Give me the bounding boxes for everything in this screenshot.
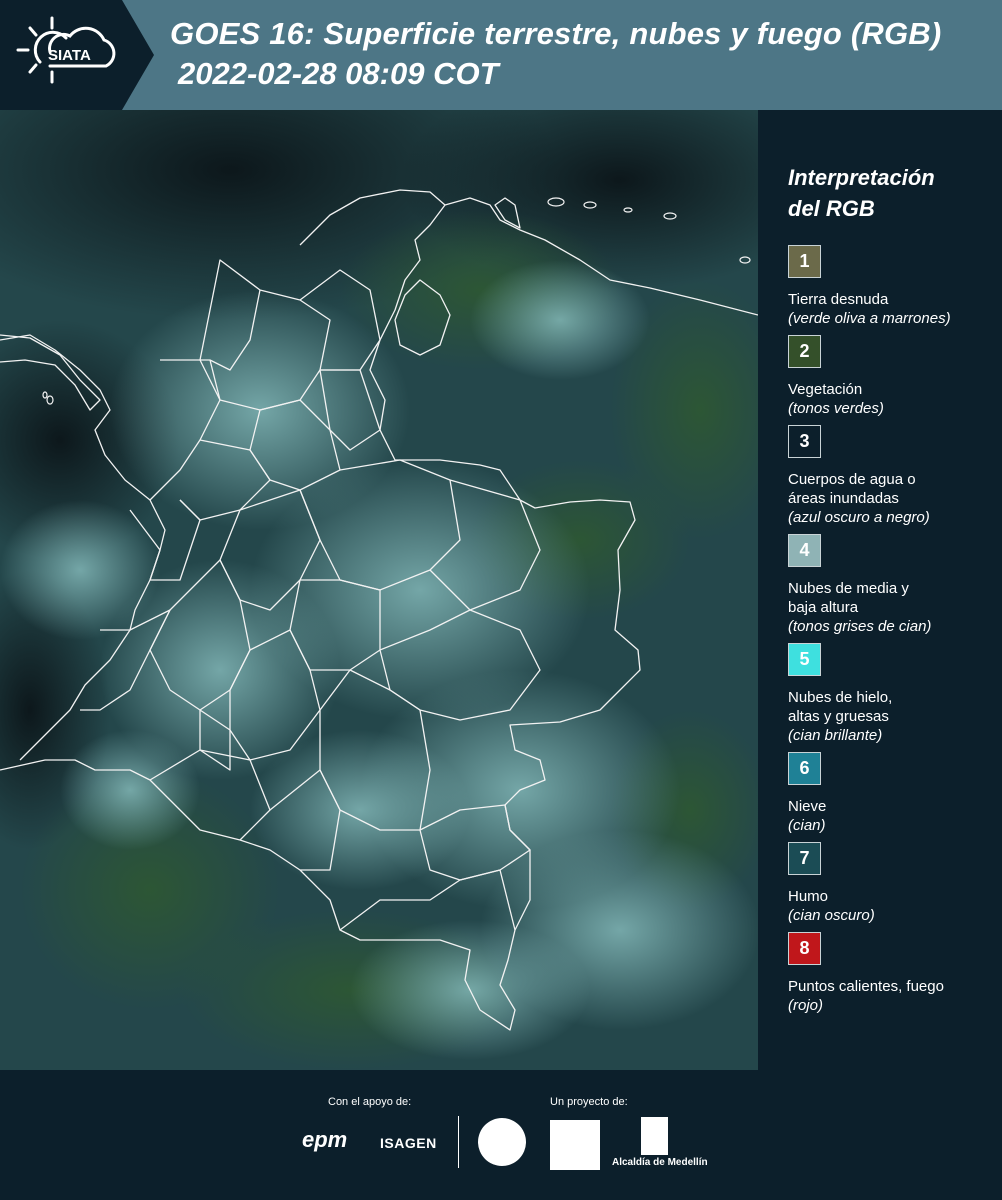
swatch-8: 8 (788, 932, 821, 965)
legend-item-ice-clouds: 5 Nubes de hielo, altas y gruesas (cian … (788, 643, 1002, 746)
legend-label: Puntos calientes, fuego (788, 978, 944, 995)
legend-sublabel: (cian brillante) (788, 727, 883, 744)
footer-divider (458, 1116, 459, 1168)
alcaldia-shield-icon (641, 1117, 668, 1155)
medellin-seal-icon (478, 1118, 526, 1166)
legend-label: Nubes de media y baja altura (788, 580, 909, 616)
timestamp: 2022-02-28 08:09 COT (178, 56, 499, 91)
legend-label: Nieve (788, 798, 827, 815)
legend-sublabel: (cian oscuro) (788, 907, 875, 924)
legend-title: Interpretación del RGB (788, 165, 935, 221)
legend-label: Cuerpos de agua o áreas inundadas (788, 471, 916, 507)
swatch-7: 7 (788, 842, 821, 875)
swatch-6: 6 (788, 752, 821, 785)
isagen-logo: ISAGEN (380, 1135, 437, 1151)
legend-sublabel: (azul oscuro a negro) (788, 509, 930, 526)
epm-logo: epm (302, 1127, 348, 1152)
legend-sublabel: (cian) (788, 817, 826, 834)
legend-item-fire: 8 Puntos calientes, fuego (rojo) (788, 932, 1002, 1016)
map-canvas (0, 110, 758, 1070)
legend-item-snow: 6 Nieve (cian) (788, 752, 1002, 836)
swatch-3: 3 (788, 425, 821, 458)
satellite-map[interactable] (0, 110, 758, 1070)
legend-sublabel: (tonos grises de cian) (788, 618, 932, 635)
swatch-1: 1 (788, 245, 821, 278)
legend-item-vegetation: 2 Vegetación (tonos verdes) (788, 335, 1002, 419)
legend-item-bare-land: 1 Tierra desnuda (verde oliva a marrones… (788, 245, 1002, 329)
swatch-5: 5 (788, 643, 821, 676)
footer: Con el apoyo de: Un proyecto de: epm ISA… (0, 1070, 1002, 1200)
legend-sublabel: (tonos verdes) (788, 400, 884, 417)
logo-text: SIATA (48, 47, 91, 64)
header: SIATA GOES 16: Superficie terrestre, nub… (0, 0, 1002, 110)
legend-item-water: 3 Cuerpos de agua o áreas inundadas (azu… (788, 425, 1002, 528)
legend-label: Humo (788, 888, 829, 905)
page-title: GOES 16: Superficie terrestre, nubes y f… (170, 16, 942, 51)
legend-label: Nubes de hielo, altas y gruesas (788, 689, 893, 725)
swatch-4: 4 (788, 534, 821, 567)
legend-label: Tierra desnuda (788, 291, 889, 308)
legend-sublabel: (verde oliva a marrones) (788, 310, 951, 327)
project-label: Un proyecto de: (550, 1096, 628, 1108)
legend-sublabel: (rojo) (788, 997, 824, 1014)
swatch-2: 2 (788, 335, 821, 368)
legend-panel: Interpretación del RGB 1 Tierra desnuda … (772, 110, 1002, 1070)
legend-item-low-clouds: 4 Nubes de media y baja altura (tonos gr… (788, 534, 1002, 637)
alcaldia-logo-text: Alcaldía de Medellín (612, 1157, 708, 1168)
legend-label: Vegetación (788, 381, 863, 398)
legend-item-smoke: 7 Humo (cian oscuro) (788, 842, 1002, 926)
support-label: Con el apoyo de: (328, 1096, 412, 1108)
area-metropolitana-logo (550, 1120, 600, 1170)
